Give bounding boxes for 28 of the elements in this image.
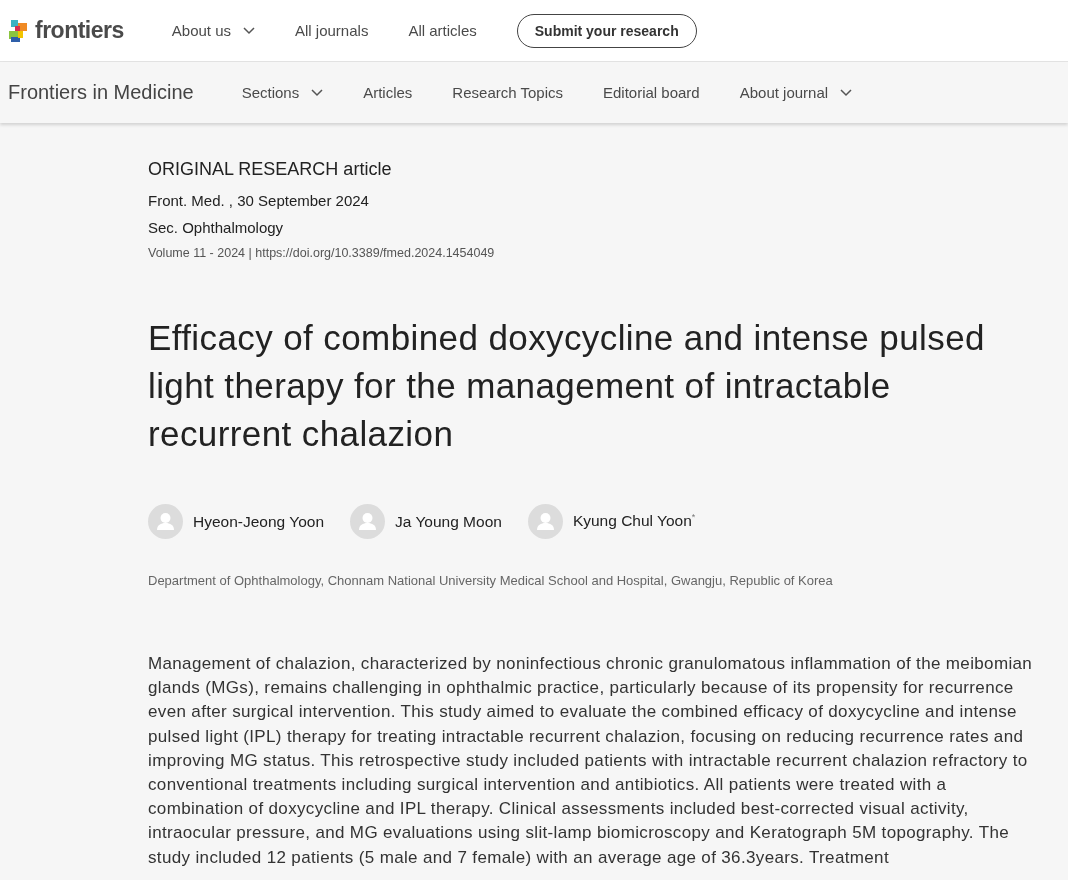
nav-link[interactable]: Sections [241,84,324,101]
publication-date: Front. Med. , 30 September 2024 [148,192,370,209]
nav-link[interactable]: Editorial board [603,84,700,101]
volume-doi: Volume 11 - 2024 | https://doi.org/10.3389/fmed.2024.1454049 [148,246,496,260]
section-label: Sec. Ophthalmology [148,219,285,236]
chevron-down-icon [840,88,853,97]
chevron-down-icon [243,26,255,35]
nav-link[interactable]: About journal [739,84,853,101]
nav-link[interactable]: About us [171,22,255,39]
nav-link[interactable]: All journals [295,22,369,39]
abstract-text: Management of chalazion, characterized by noninfectious chronic granulomatous inflammation of the meibomian glands (MGs), remains challenging in ophthalmic practice, particularly because of its propensity for recurrence even after surgical intervention. This study aimed to evaluate the combined efficacy of doxycycline and intense pulsed light (IPL) therapy for treating intractable recurrent chalazion, focusing on reducing recurrence rates and improving MG status. This retrospective study included patients with intractable recurrent chalazion refractory to conventional treatments including surgical intervention and antibiotics. All patients were treated with a combination of doxycycline and IPL therapy. Clinical assessments included best-corrected visual activity, intraocular pressure, and MG evaluations using slit-lamp biomicroscopy and Keratograph 5M topography. The study included 12 patients (5 male and 7 female) with an average age of 36.3years. Treatment [148,653,1034,869]
logo-icon [8,18,30,43]
avatar-icon [350,504,385,539]
affiliation: Department of Ophthalmology, Chonnam National University Medical School and Hospital, Gwangju, Republic of Korea [148,573,834,588]
journal-title[interactable]: Frontiers in Medicine [8,81,194,104]
logo-text[interactable]: frontiers [35,17,124,44]
avatar-icon [527,504,563,539]
nav-link[interactable]: All articles [408,22,477,39]
submit-button[interactable]: Submit your research [516,13,697,48]
avatar-icon [148,504,183,539]
article-title: Efficacy of combined doxycycline and intense pulsed light therapy for the management of intractable recurrent chalazion [148,317,986,455]
author-link[interactable]: Hyeon-Jeong Yoon [148,504,324,539]
nav-link[interactable]: Research Topics [452,84,563,101]
author-link[interactable]: Ja Young Moon [350,504,502,539]
author-link[interactable]: Kyung Chul Yoon$^{*}$ [527,504,696,539]
chevron-down-icon [311,88,324,97]
nav-link[interactable]: Articles [363,84,413,101]
article-type: ORIGINAL RESEARCH article [148,159,393,180]
